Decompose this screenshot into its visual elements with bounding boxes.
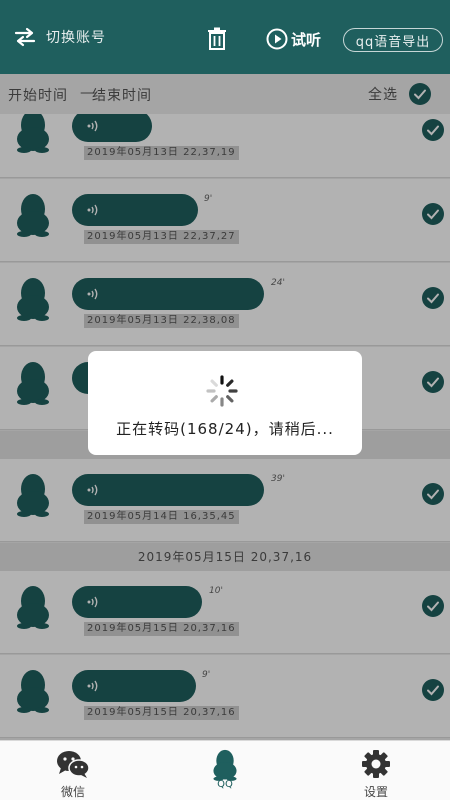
sound-wave-icon (87, 484, 98, 496)
date-separator: 2019年05月15日 20,37,16 (0, 543, 450, 571)
nav-label-settings: 设置 (363, 785, 388, 799)
sound-wave-icon (87, 120, 98, 132)
nav-tab-qq[interactable]: QQ (185, 745, 265, 799)
message-timestamp: 2019年05月13日 22,37,19 (84, 146, 239, 160)
message-timestamp: 2019年05月15日 20,37,16 (84, 706, 239, 720)
voice-bubble[interactable] (72, 586, 202, 618)
sound-wave-icon (87, 204, 98, 216)
qq-penguin-icon (17, 194, 49, 237)
select-all-label: 全选 (368, 87, 398, 103)
message-checkbox[interactable] (422, 287, 444, 309)
preview-listen-button[interactable]: 试听 (266, 28, 321, 50)
voice-bubble[interactable] (72, 114, 152, 142)
voice-message-row[interactable]: 10' 2019年05月15日 20,37,16 (0, 571, 450, 654)
nav-tab-wechat[interactable]: 微信 (33, 745, 113, 799)
voice-duration: 39' (271, 474, 285, 484)
sound-wave-icon (87, 680, 98, 692)
voice-bubble[interactable] (72, 278, 264, 310)
trash-icon[interactable] (206, 27, 228, 51)
select-all-checkbox[interactable] (409, 83, 431, 105)
message-checkbox[interactable] (422, 203, 444, 225)
switch-account-label: 切换账号 (46, 30, 106, 46)
qq-penguin-icon (17, 474, 49, 517)
nav-label-qq: QQ (217, 779, 233, 790)
gear-icon (362, 750, 390, 778)
start-time-picker[interactable]: 开始时间 (8, 85, 68, 105)
voice-bubble[interactable] (72, 194, 198, 226)
transcoding-message: 正在转码(168/24)，请稍后... (116, 420, 334, 438)
check-icon (427, 601, 439, 612)
voice-bubble[interactable] (72, 670, 196, 702)
message-timestamp: 2019年05月13日 22,38,08 (84, 314, 239, 328)
voice-message-row[interactable]: 9' 2019年05月13日 22,37,27 (0, 179, 450, 262)
app-header: 切换账号 试听 qq语音导出 (0, 0, 450, 74)
check-icon (414, 89, 426, 100)
qq-voice-export-button[interactable]: qq语音导出 (343, 28, 443, 52)
check-icon (427, 209, 439, 220)
check-icon (427, 377, 439, 388)
message-checkbox[interactable] (422, 119, 444, 141)
sound-wave-icon (87, 596, 98, 608)
qq-penguin-icon (17, 670, 49, 713)
voice-duration: 9' (204, 194, 213, 204)
voice-message-row[interactable]: 2019年05月13日 22,37,19 (0, 114, 450, 178)
nav-tab-settings[interactable]: 设置 (336, 745, 416, 799)
qq-penguin-icon (17, 586, 49, 629)
check-icon (427, 685, 439, 696)
date-filter-bar: 开始时间 — 结束时间 全选 (0, 74, 450, 114)
message-timestamp: 2019年05月13日 22,37,27 (84, 230, 239, 244)
message-timestamp: 2019年05月14日 16,35,45 (84, 510, 239, 524)
swap-icon (14, 27, 36, 47)
play-circle-icon (266, 28, 288, 50)
end-time-picker[interactable]: 结束时间 (92, 85, 152, 105)
wechat-icon (57, 751, 90, 778)
nav-label-wechat: 微信 (60, 785, 85, 799)
preview-listen-label: 试听 (291, 30, 322, 49)
voice-duration: 9' (202, 670, 211, 680)
message-timestamp: 2019年05月15日 20,37,16 (84, 622, 239, 636)
qq-penguin-icon (17, 278, 49, 321)
qq-penguin-icon (213, 749, 237, 781)
message-checkbox[interactable] (422, 679, 444, 701)
spinner-icon (206, 375, 238, 407)
message-checkbox[interactable] (422, 595, 444, 617)
qq-penguin-icon (17, 114, 49, 153)
voice-bubble[interactable] (72, 474, 264, 506)
voice-duration: 24' (271, 278, 285, 288)
check-icon (427, 125, 439, 136)
voice-duration: 10' (209, 586, 223, 596)
check-icon (427, 293, 439, 304)
voice-message-row[interactable]: 39' 2019年05月14日 16,35,45 (0, 459, 450, 542)
voice-message-row[interactable]: 9' 2019年05月15日 20,37,16 (0, 655, 450, 738)
check-icon (427, 489, 439, 500)
qq-penguin-icon (17, 362, 49, 405)
bottom-navigation: 微信 QQ 设置 (0, 740, 450, 800)
switch-account-button[interactable]: 切换账号 (14, 27, 106, 47)
message-checkbox[interactable] (422, 483, 444, 505)
voice-message-row[interactable]: 24' 2019年05月13日 22,38,08 (0, 263, 450, 346)
message-checkbox[interactable] (422, 371, 444, 393)
sound-wave-icon (87, 288, 98, 300)
